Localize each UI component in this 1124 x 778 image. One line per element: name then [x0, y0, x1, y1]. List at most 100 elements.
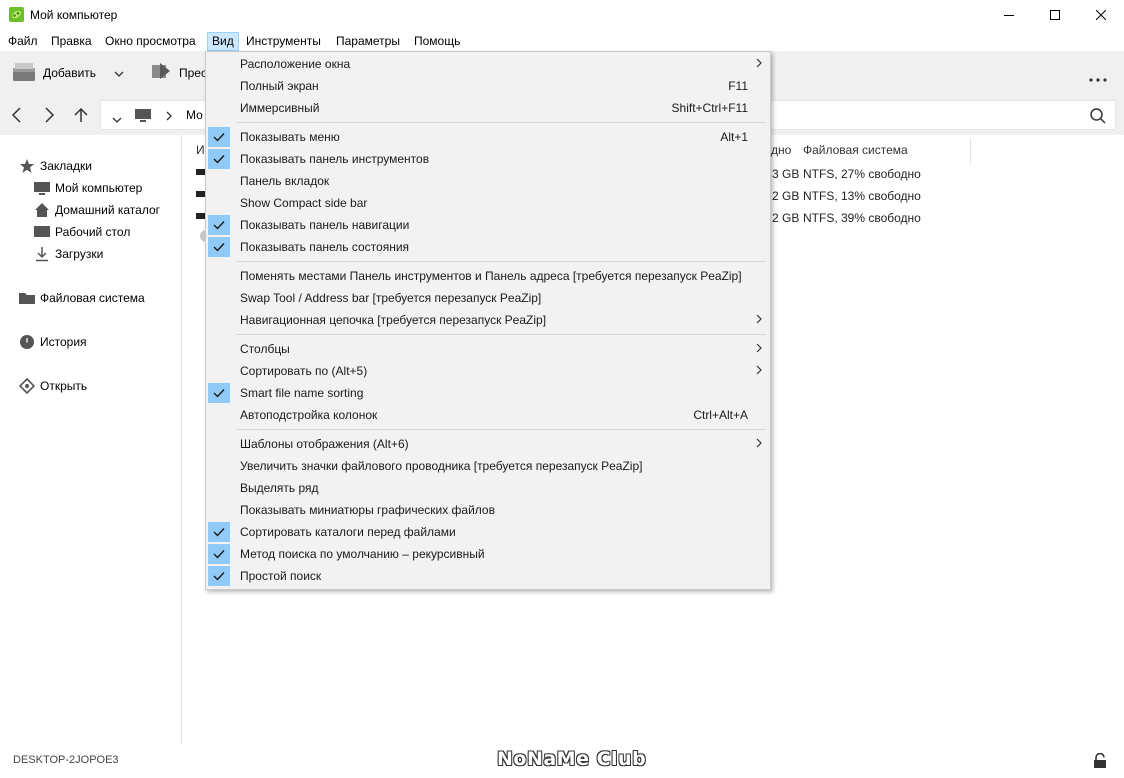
submenu-arrow-icon: [756, 364, 762, 378]
menu-item-window-layout[interactable]: Расположение окна: [206, 53, 770, 75]
submenu-arrow-icon: [756, 313, 762, 327]
convert-button[interactable]: Прео: [150, 62, 208, 84]
sidebar: Закладки Мой компьютер Домашний каталог …: [0, 135, 182, 745]
submenu-arrow-icon: [756, 437, 762, 451]
menu-item-show-status-bar[interactable]: Показывать панель состояния: [206, 236, 770, 258]
sidebar-item-label: Мой компьютер: [55, 181, 143, 195]
menu-separator: [236, 334, 766, 335]
computer-icon: [134, 108, 152, 127]
lock-icon[interactable]: [1093, 752, 1107, 772]
table-cell-filesystem: NTFS, 13% свободно: [803, 189, 921, 203]
menu-file[interactable]: Файл: [3, 32, 43, 51]
chevron-down-icon[interactable]: [114, 66, 124, 80]
search-icon[interactable]: [1089, 107, 1107, 128]
checkmark-icon: [208, 149, 230, 169]
folder-icon: [19, 290, 35, 306]
menu-item-smart-sorting[interactable]: Smart file name sorting: [206, 382, 770, 404]
menu-item-tab-bar[interactable]: Панель вкладок: [206, 170, 770, 192]
menu-item-show-thumbnails[interactable]: Показывать миниатюры графических файлов: [206, 499, 770, 521]
sidebar-bookmarks-label: Закладки: [40, 159, 92, 173]
menu-item-show-menu[interactable]: Показывать меню Alt+1: [206, 126, 770, 148]
convert-button-label: Прео: [179, 66, 208, 80]
breadcrumb-chevron-icon: [165, 110, 173, 125]
add-button-label: Добавить: [43, 66, 97, 80]
menu-item-enlarge-icons[interactable]: Увеличить значки файлового проводника [т…: [206, 455, 770, 477]
menu-separator: [236, 429, 766, 430]
menu-edit[interactable]: Правка: [46, 32, 97, 51]
shortcut-text: F11: [728, 79, 748, 93]
menu-item-autosize-columns[interactable]: Автоподстройка колонок Ctrl+Alt+A: [206, 404, 770, 426]
clock-icon: [19, 334, 35, 350]
column-header-free[interactable]: дно: [771, 143, 791, 157]
menu-item-display-templates[interactable]: Шаблоны отображения (Alt+6): [206, 433, 770, 455]
menu-item-swap-tool-address[interactable]: Swap Tool / Address bar [требуется перез…: [206, 287, 770, 309]
view-menu-dropdown: Расположение окна Полный экран F11 Иммер…: [205, 51, 771, 590]
checkmark-icon: [208, 127, 230, 147]
history-dropdown-icon[interactable]: [112, 112, 122, 126]
menu-item-compact-sidebar[interactable]: Show Compact side bar: [206, 192, 770, 214]
column-header-filesystem[interactable]: Файловая система: [803, 143, 908, 157]
sidebar-item-home[interactable]: Домашний каталог: [34, 201, 160, 219]
menu-item-highlight-row[interactable]: Выделять ряд: [206, 477, 770, 499]
menu-item-show-toolbar[interactable]: Показывать панель инструментов: [206, 148, 770, 170]
sidebar-open[interactable]: Открыть: [19, 377, 87, 395]
download-icon: [34, 246, 50, 262]
menu-separator: [236, 122, 766, 123]
sidebar-filesystem[interactable]: Файловая система: [19, 289, 145, 307]
sidebar-filesystem-label: Файловая система: [40, 291, 145, 305]
convert-icon: [150, 62, 172, 85]
menu-item-sort-by[interactable]: Сортировать по (Alt+5): [206, 360, 770, 382]
menu-options[interactable]: Параметры: [331, 32, 405, 51]
menu-separator: [236, 261, 766, 262]
menu-viewer[interactable]: Окно просмотра: [100, 32, 201, 51]
sidebar-open-label: Открыть: [40, 379, 88, 393]
desktop-icon: [34, 224, 50, 240]
table-cell-free: 2 GB: [772, 189, 800, 203]
menu-item-fullscreen[interactable]: Полный экран F11: [206, 75, 770, 97]
menu-item-swap-panels[interactable]: Поменять местами Панель инструментов и П…: [206, 265, 770, 287]
back-arrow-icon[interactable]: [8, 106, 26, 124]
menu-item-breadcrumb[interactable]: Навигационная цепочка [требуется перезап…: [206, 309, 770, 331]
menu-item-recursive-search[interactable]: Метод поиска по умолчанию – рекурсивный: [206, 543, 770, 565]
checkmark-icon: [208, 237, 230, 257]
computer-icon: [34, 180, 50, 196]
sidebar-item-my-computer[interactable]: Мой компьютер: [34, 179, 142, 197]
menu-item-simple-search[interactable]: Простой поиск: [206, 565, 770, 587]
sidebar-history-label: История: [40, 335, 87, 349]
minimize-button[interactable]: [986, 0, 1032, 30]
more-options-icon[interactable]: [1089, 71, 1107, 85]
status-hostname: DESKTOP-2JOPOE3: [13, 754, 119, 766]
add-button[interactable]: Добавить: [12, 62, 124, 84]
checkmark-icon: [208, 566, 230, 586]
checkmark-icon: [208, 215, 230, 235]
column-divider[interactable]: [970, 138, 971, 164]
menu-item-immersive[interactable]: Иммерсивный Shift+Ctrl+F11: [206, 97, 770, 119]
table-cell-filesystem: NTFS, 27% свободно: [803, 167, 921, 181]
checkmark-icon: [208, 522, 230, 542]
sidebar-item-downloads[interactable]: Загрузки: [34, 245, 103, 263]
submenu-arrow-icon: [756, 57, 762, 71]
maximize-button[interactable]: [1032, 0, 1078, 30]
submenu-arrow-icon: [756, 342, 762, 356]
address-path-text: Мо: [186, 108, 203, 122]
sidebar-history[interactable]: История: [19, 333, 87, 351]
forward-arrow-icon[interactable]: [40, 106, 58, 124]
menu-item-columns[interactable]: Столбцы: [206, 338, 770, 360]
menu-view[interactable]: Вид: [207, 32, 239, 51]
column-header-name[interactable]: И: [196, 143, 205, 157]
menu-bar: Файл Правка Окно просмотра Вид Инструмен…: [0, 30, 1124, 51]
table-cell-free: 3 GB: [772, 167, 800, 181]
sidebar-item-label: Рабочий стол: [55, 225, 131, 239]
menu-tools[interactable]: Инструменты: [241, 32, 326, 51]
up-arrow-icon[interactable]: [72, 106, 90, 124]
sidebar-bookmarks[interactable]: Закладки: [19, 157, 92, 175]
checkmark-icon: [208, 383, 230, 403]
menu-help[interactable]: Помощь: [409, 32, 465, 51]
menu-item-folders-first[interactable]: Сортировать каталоги перед файлами: [206, 521, 770, 543]
sidebar-item-desktop[interactable]: Рабочий стол: [34, 223, 130, 241]
home-icon: [34, 202, 50, 218]
peazip-logo-icon: [9, 7, 24, 22]
checkmark-icon: [208, 544, 230, 564]
menu-item-show-nav-panel[interactable]: Показывать панель навигации: [206, 214, 770, 236]
close-button[interactable]: [1078, 0, 1124, 30]
